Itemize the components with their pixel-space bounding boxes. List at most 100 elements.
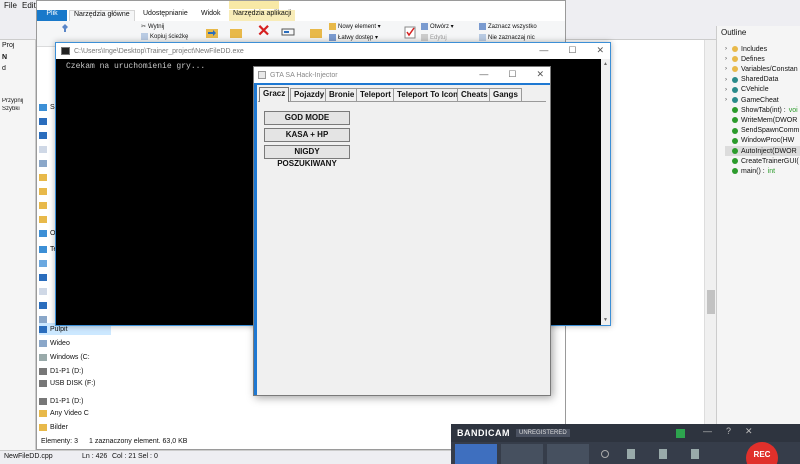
nav-folder-2[interactable] [39, 185, 47, 197]
outline-item[interactable]: main() : int [725, 166, 775, 176]
menu-file[interactable]: File [4, 1, 17, 10]
ribbon-tab-file[interactable]: Plik [37, 10, 67, 21]
nav-folder-3[interactable] [39, 199, 47, 211]
nav-documents-pc[interactable] [39, 285, 47, 297]
nav-onedrive[interactable]: O [39, 227, 55, 239]
game-mode-button[interactable] [501, 444, 543, 464]
console-close-button[interactable]: ✕ [596, 45, 604, 56]
easy-access-button[interactable]: Łatwy dostęp ▾ [329, 34, 378, 41]
outline-item[interactable]: › CVehicle [725, 85, 769, 95]
injector-minimize-button[interactable]: — [479, 69, 488, 80]
nav-folder-1[interactable] [39, 171, 47, 183]
nav-documents[interactable] [39, 143, 47, 155]
editor-scrollbar[interactable] [704, 40, 716, 450]
ribbon-tab-home[interactable]: Narzędzia główne [69, 10, 135, 21]
injector-close-button[interactable]: ✕ [536, 69, 544, 80]
outline-item[interactable]: CreateTrainerGUI( [725, 156, 799, 166]
expand-icon[interactable]: › [725, 66, 729, 72]
edit-button[interactable]: Edytuj [421, 34, 447, 41]
outline-item[interactable]: › Defines [725, 54, 765, 64]
func-icon [732, 117, 738, 124]
open-button[interactable]: Otwórz ▾ [421, 23, 454, 30]
injector-titlebar[interactable]: GTA SA Hack-Injector — ☐ ✕ [254, 67, 550, 83]
microphone-icon[interactable] [659, 449, 667, 459]
outline-item[interactable]: › SharedData [725, 75, 778, 85]
device-mode-button[interactable] [547, 444, 589, 464]
nav-drive-d[interactable]: D1-P1 (D:) [39, 365, 83, 377]
console-titlebar[interactable]: C:\Users\Inge\Desktop\Trainer_project\Ne… [56, 43, 610, 59]
rename-button[interactable] [281, 25, 295, 39]
menu-edit[interactable]: Edit [22, 1, 36, 10]
move-to-button[interactable] [205, 25, 219, 39]
nav-music[interactable] [39, 271, 47, 283]
nav-desktop-pin[interactable] [39, 115, 47, 127]
god-mode-button[interactable]: GOD MODE [264, 111, 350, 125]
ide-tab-project[interactable]: Proj [2, 42, 36, 53]
delete-button[interactable]: ✕ [257, 24, 270, 40]
screen-mode-button[interactable] [455, 444, 497, 464]
ide-tab-n[interactable]: N [2, 54, 36, 65]
outline-item[interactable]: › Variables/Constan [725, 64, 798, 74]
expand-icon[interactable]: › [725, 46, 729, 52]
nav-any-video[interactable]: Any Video C [39, 407, 89, 419]
tab-gracz[interactable]: Gracz [259, 87, 290, 102]
bandicam-close-button[interactable]: ✕ [745, 426, 753, 437]
console-scrollbar[interactable]: ▲ ▼ [601, 59, 610, 325]
copy-path-button[interactable]: Kopiuj ścieżkę [141, 33, 188, 40]
tab-teleport[interactable]: Teleport [356, 88, 395, 101]
scroll-up-icon[interactable]: ▲ [603, 61, 608, 67]
nav-downloads-pc[interactable] [39, 299, 47, 311]
tab-bronie[interactable]: Bronie [325, 88, 359, 101]
ribbon-tab-share[interactable]: Udostępnianie [143, 10, 188, 21]
nav-drive-c[interactable]: Windows (C: [39, 351, 90, 363]
outline-item[interactable]: AutoInject(DWOR [725, 146, 800, 156]
pin-button[interactable] [59, 23, 71, 35]
nav-downloads[interactable] [39, 129, 47, 141]
cut-button[interactable]: ✂ Wytnij [141, 23, 164, 31]
bandicam-minimize-button[interactable]: — [703, 426, 712, 437]
expand-icon[interactable]: › [725, 56, 729, 62]
never-wanted-button[interactable]: NIGDY POSZUKIWANY [264, 145, 350, 168]
new-item-button[interactable]: Nowy element ▾ [329, 23, 381, 30]
outline-item[interactable]: WindowProc(HW [725, 136, 794, 146]
scrollbar-thumb[interactable] [707, 290, 715, 314]
select-all-button[interactable]: Zaznacz wszystko [479, 23, 537, 30]
nav-drive-d-2[interactable]: D1-P1 (D:) [39, 395, 83, 407]
nav-drive-f[interactable]: USB DISK (F:) [39, 377, 96, 389]
ribbon-tab-apps[interactable]: Narzędzia aplikacji [229, 10, 296, 21]
expand-icon[interactable]: › [725, 77, 729, 83]
outline-item[interactable]: SendSpawnComm [725, 126, 799, 136]
bandicam-help-button[interactable]: ? [726, 426, 731, 437]
money-hp-button[interactable]: KASA + HP [264, 128, 350, 142]
new-folder-button[interactable] [309, 25, 323, 39]
ide-tab-d[interactable]: d [2, 65, 36, 76]
console-minimize-button[interactable]: — [539, 45, 548, 56]
tab-cheats[interactable]: Cheats [457, 88, 492, 101]
nav-folder-4[interactable] [39, 213, 47, 225]
tab-gangs[interactable]: Gangs [489, 88, 522, 101]
expand-icon[interactable]: › [725, 97, 729, 103]
console-maximize-button[interactable]: ☐ [568, 45, 576, 56]
nav-bilder[interactable]: Bilder [39, 421, 68, 433]
ribbon-tab-view[interactable]: Widok [201, 10, 220, 21]
expand-icon[interactable]: › [725, 87, 729, 93]
outline-item[interactable]: ShowTab(int) : voi [725, 105, 798, 115]
speaker-icon[interactable] [627, 449, 635, 459]
select-none-button[interactable]: Nie zaznaczaj nic [479, 34, 535, 41]
properties-button[interactable] [403, 25, 417, 39]
copy-to-button[interactable] [229, 25, 243, 39]
bandicam-header[interactable]: BANDICAM UNREGISTERED — ? ✕ [451, 424, 800, 442]
outline-item[interactable]: › GameCheat [725, 95, 779, 105]
outline-item[interactable]: WriteMem(DWOR [725, 115, 797, 125]
tab-teleport-to-icon[interactable]: Teleport To Icon [393, 88, 463, 101]
mouse-icon[interactable] [691, 449, 699, 459]
outline-item[interactable]: › Includes [725, 44, 767, 54]
nav-pictures[interactable] [39, 157, 47, 169]
nav-objects3d[interactable] [39, 257, 47, 269]
tab-pojazdy[interactable]: Pojazdy [290, 88, 329, 101]
nav-videos[interactable]: Wideo [39, 337, 70, 349]
lock-icon[interactable] [676, 429, 685, 438]
injector-maximize-button[interactable]: ☐ [508, 69, 516, 80]
scroll-down-icon[interactable]: ▼ [603, 317, 608, 323]
webcam-icon[interactable] [601, 450, 609, 458]
